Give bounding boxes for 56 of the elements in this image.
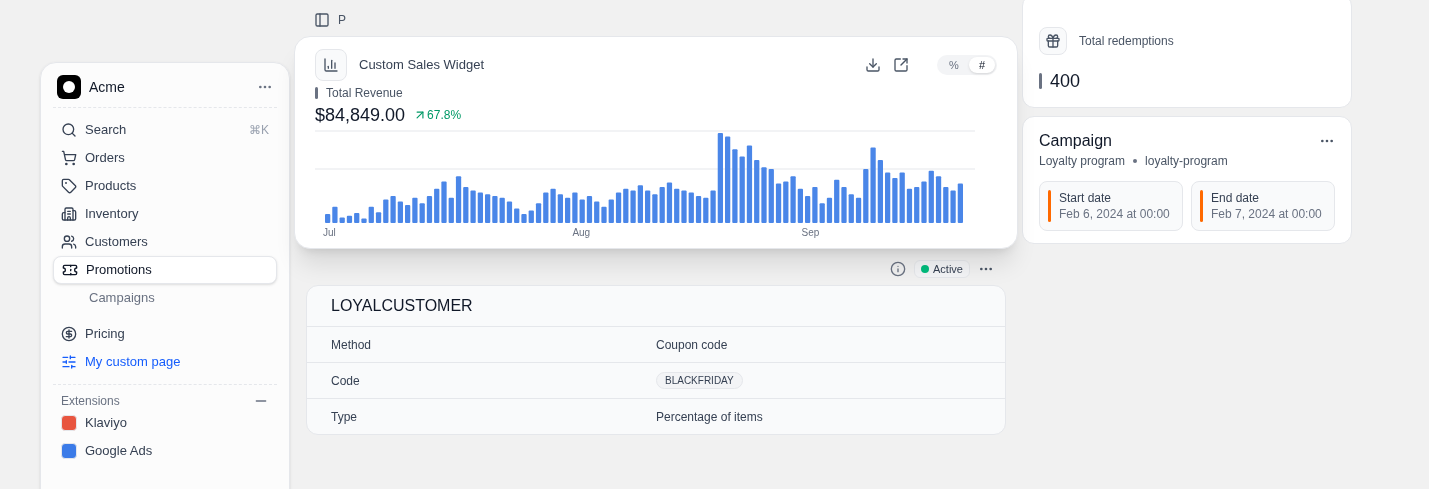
- status-badge: Active: [914, 259, 970, 279]
- date-label: End date: [1211, 190, 1261, 206]
- toggle-option[interactable]: %: [939, 56, 969, 74]
- row-label: Method: [331, 336, 373, 354]
- nav-item[interactable]: Orders: [53, 144, 277, 172]
- date-label: Start date: [1059, 190, 1113, 206]
- nav-icon: [61, 234, 77, 250]
- nav-item[interactable]: Promotions: [53, 256, 277, 284]
- section-title: Extensions: [61, 393, 120, 409]
- row-value: Coupon code: [656, 336, 729, 354]
- nav-item[interactable]: Pricing: [53, 320, 277, 348]
- info-icon[interactable]: [890, 261, 907, 277]
- nav-item[interactable]: Inventory: [53, 200, 277, 228]
- dollar-icon: [61, 326, 77, 342]
- axis-label: Sep: [801, 226, 820, 240]
- search-item[interactable]: Search ⌘K: [53, 116, 277, 144]
- card-label: Total redemptions: [1079, 33, 1174, 49]
- campaign-name: Loyalty program: [1039, 153, 1126, 169]
- store-logo: [57, 75, 81, 99]
- store-name: Acme: [89, 78, 125, 97]
- row-value: Percentage of items: [656, 408, 764, 426]
- date-value: Feb 7, 2024 at 00:00: [1211, 206, 1322, 222]
- metric-label: Total Revenue: [326, 85, 403, 101]
- nav-icon: [61, 178, 77, 194]
- date-value: Feb 6, 2024 at 00:00: [1059, 206, 1170, 222]
- coupon-title: LOYALCUSTOMER: [330, 296, 474, 316]
- row-label: Type: [331, 408, 358, 426]
- nav-item[interactable]: Products: [53, 172, 277, 200]
- sidebar-toggle-icon[interactable]: [314, 12, 330, 28]
- redemptions-value: 400: [1050, 70, 1081, 93]
- nav-subitem[interactable]: Campaigns: [53, 284, 277, 312]
- export-icon[interactable]: [893, 57, 910, 73]
- toggle-option[interactable]: #: [968, 56, 995, 74]
- axis-label: Jul: [323, 226, 337, 240]
- nav-item[interactable]: Customers: [53, 228, 277, 256]
- nav-icon: [61, 206, 77, 222]
- breadcrumb[interactable]: P: [338, 12, 346, 28]
- campaign-title: Campaign: [1039, 131, 1112, 151]
- gift-icon: [1039, 27, 1067, 55]
- change-value: 67.8%: [413, 107, 462, 123]
- axis-label: Aug: [572, 226, 592, 240]
- sliders-icon: [61, 354, 77, 370]
- nav-icon: [61, 150, 77, 166]
- shortcut-hint: ⌘K: [249, 122, 269, 138]
- extension-item[interactable]: Klaviyo: [53, 409, 277, 437]
- code-badge: BLACKFRIDAY: [656, 372, 743, 389]
- revenue-value: $84,849.00: [315, 104, 406, 127]
- chart-icon: [315, 49, 347, 81]
- search-icon: [61, 122, 77, 138]
- row-label: Code: [331, 372, 361, 390]
- extension-item[interactable]: Google Ads: [53, 437, 277, 465]
- custom-page-link[interactable]: My custom page: [53, 348, 277, 376]
- campaign-handle: loyalty-program: [1145, 153, 1228, 169]
- download-icon[interactable]: [865, 57, 882, 73]
- widget-title: Custom Sales Widget: [359, 56, 484, 75]
- nav-icon: [62, 262, 78, 278]
